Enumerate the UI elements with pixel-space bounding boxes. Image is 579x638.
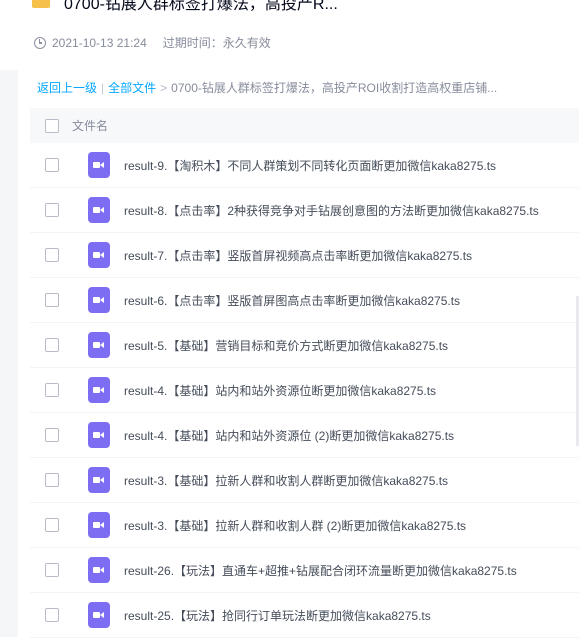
breadcrumb-current: 0700-钻展人群标签打爆法，高投产ROI收割打造高权重店铺...	[171, 81, 498, 95]
video-file-icon	[88, 422, 110, 448]
video-file-icon	[88, 467, 110, 493]
share-meta: 2021-10-13 21:24 过期时间：永久有效	[34, 34, 271, 51]
file-name[interactable]: result-9.【淘积木】不同人群策划不同转化页面断更加微信kaka8275.…	[124, 157, 496, 174]
file-checkbox[interactable]	[45, 473, 59, 487]
file-name[interactable]: result-5.【基础】营销目标和竞价方式断更加微信kaka8275.ts	[124, 337, 448, 354]
back-link[interactable]: 返回上一级	[37, 81, 97, 95]
clock-icon	[34, 36, 46, 49]
file-row[interactable]: result-8.【点击率】2种获得竞争对手钻展创意图的方法断更加微信kaka8…	[30, 188, 579, 233]
file-row[interactable]: result-26.【玩法】直通车+超推+钻展配合闭环流量断更加微信kaka82…	[30, 548, 579, 593]
select-all-checkbox[interactable]	[45, 118, 59, 133]
file-checkbox[interactable]	[45, 203, 59, 217]
left-panel-strip	[0, 70, 18, 637]
file-checkbox[interactable]	[45, 608, 59, 622]
video-file-icon	[88, 197, 110, 223]
folder-title-row: 0700-钻展人群标签打爆法，高投产R...	[32, 0, 338, 14]
video-file-icon	[88, 287, 110, 313]
file-name[interactable]: result-3.【基础】拉新人群和收割人群断更加微信kaka8275.ts	[124, 472, 448, 489]
video-file-icon	[88, 602, 110, 628]
file-checkbox[interactable]	[45, 383, 59, 397]
folder-title: 0700-钻展人群标签打爆法，高投产R...	[64, 0, 338, 13]
file-row[interactable]: result-9.【淘积木】不同人群策划不同转化页面断更加微信kaka8275.…	[30, 143, 579, 188]
file-name[interactable]: result-8.【点击率】2种获得竞争对手钻展创意图的方法断更加微信kaka8…	[124, 202, 539, 219]
file-checkbox[interactable]	[45, 248, 59, 262]
file-name[interactable]: result-3.【基础】拉新人群和收割人群 (2)断更加微信kaka8275.…	[124, 517, 466, 534]
video-file-icon	[88, 557, 110, 583]
file-checkbox[interactable]	[45, 338, 59, 352]
file-name[interactable]: result-25.【玩法】抢同行订单玩法断更加微信kaka8275.ts	[124, 607, 431, 624]
column-filename: 文件名	[72, 119, 109, 133]
expire-time: 过期时间：永久有效	[162, 36, 271, 50]
file-row[interactable]: result-3.【基础】拉新人群和收割人群断更加微信kaka8275.ts	[30, 458, 579, 503]
file-row[interactable]: result-6.【点击率】竖版首屏图高点击率断更加微信kaka8275.ts	[30, 278, 579, 323]
file-checkbox[interactable]	[45, 293, 59, 307]
video-file-icon	[88, 377, 110, 403]
all-files-link[interactable]: 全部文件	[108, 81, 156, 95]
file-row[interactable]: result-7.【点击率】竖版首屏视频高点击率断更加微信kaka8275.ts	[30, 233, 579, 278]
file-row[interactable]: result-4.【基础】站内和站外资源位 (2)断更加微信kaka8275.t…	[30, 413, 579, 458]
breadcrumb-arrow: >	[160, 81, 168, 95]
breadcrumb: 返回上一级 | 全部文件 >0700-钻展人群标签打爆法，高投产ROI收割打造高权重店…	[37, 79, 497, 96]
file-checkbox[interactable]	[45, 428, 59, 442]
file-checkbox[interactable]	[45, 158, 59, 172]
file-row[interactable]: result-3.【基础】拉新人群和收割人群 (2)断更加微信kaka8275.…	[30, 503, 579, 548]
video-file-icon	[88, 332, 110, 358]
file-list-header: 文件名	[30, 108, 579, 143]
file-name[interactable]: result-26.【玩法】直通车+超推+钻展配合闭环流量断更加微信kaka82…	[124, 562, 517, 579]
file-name[interactable]: result-7.【点击率】竖版首屏视频高点击率断更加微信kaka8275.ts	[124, 247, 472, 264]
file-checkbox[interactable]	[45, 563, 59, 577]
file-row[interactable]: result-25.【玩法】抢同行订单玩法断更加微信kaka8275.ts	[30, 593, 579, 638]
video-file-icon	[88, 512, 110, 538]
file-name[interactable]: result-4.【基础】站内和站外资源位 (2)断更加微信kaka8275.t…	[124, 427, 454, 444]
file-name[interactable]: result-4.【基础】站内和站外资源位断更加微信kaka8275.ts	[124, 382, 436, 399]
created-time: 2021-10-13 21:24	[52, 35, 147, 50]
file-row[interactable]: result-4.【基础】站内和站外资源位断更加微信kaka8275.ts	[30, 368, 579, 413]
video-file-icon	[88, 152, 110, 178]
breadcrumb-separator: |	[101, 81, 105, 95]
file-checkbox[interactable]	[45, 518, 59, 532]
file-name[interactable]: result-6.【点击率】竖版首屏图高点击率断更加微信kaka8275.ts	[124, 292, 460, 309]
video-file-icon	[88, 242, 110, 268]
folder-icon	[32, 0, 50, 8]
file-list: result-9.【淘积木】不同人群策划不同转化页面断更加微信kaka8275.…	[30, 143, 579, 638]
file-row[interactable]: result-5.【基础】营销目标和竞价方式断更加微信kaka8275.ts	[30, 323, 579, 368]
